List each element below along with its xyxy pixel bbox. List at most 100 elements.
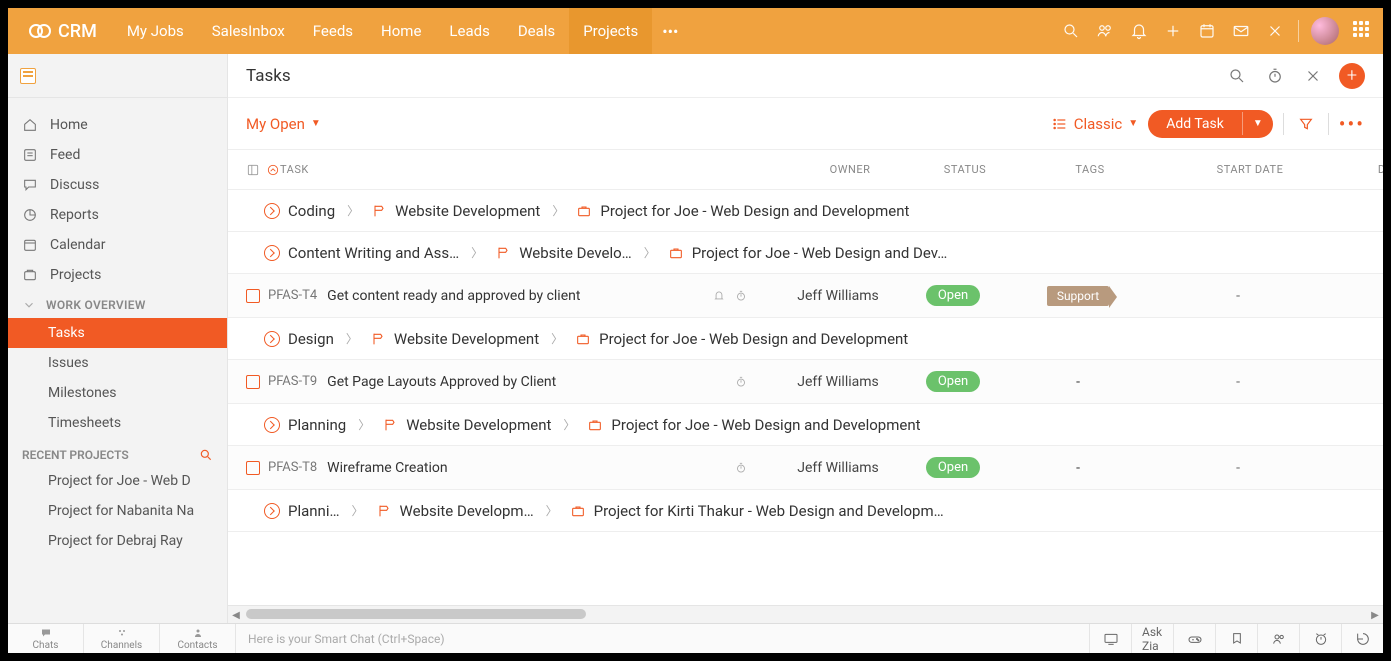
task-owner: Jeff Williams	[768, 288, 908, 304]
task-row[interactable]: PFAS-T4Get content ready and approved by…	[228, 274, 1383, 318]
col-due[interactable]: DUE	[1330, 163, 1383, 176]
filter-dropdown[interactable]: My Open ▼	[246, 115, 321, 133]
sidebar-item-calendar[interactable]: Calendar	[8, 230, 227, 260]
checkbox[interactable]	[246, 289, 260, 303]
game-icon[interactable]	[1173, 624, 1215, 653]
chevron-right-icon: 〉	[546, 502, 558, 519]
tools-icon[interactable]	[1301, 64, 1325, 88]
recent-project[interactable]: Project for Debraj Ray	[8, 526, 227, 556]
bottom-tab-contacts[interactable]: Contacts	[160, 624, 236, 653]
tag-chip[interactable]: Support	[1047, 286, 1109, 306]
tools-icon[interactable]	[1258, 14, 1292, 48]
task-name[interactable]: Get Page Layouts Approved by Client	[327, 374, 724, 390]
status-pill[interactable]: Open	[926, 457, 980, 478]
nav-home[interactable]: Home	[367, 8, 435, 54]
group-row[interactable]: Design〉Website Development〉Project for J…	[228, 318, 1383, 360]
top-nav: CRM My JobsSalesInboxFeedsHomeLeadsDeals…	[8, 8, 1383, 54]
mail-icon[interactable]	[1224, 14, 1258, 48]
timer-icon[interactable]	[734, 289, 748, 303]
plus-icon[interactable]	[1156, 14, 1190, 48]
brand-logo[interactable]: CRM	[18, 19, 107, 43]
people-icon[interactable]	[1257, 624, 1299, 653]
more-icon[interactable]: •••	[1339, 112, 1365, 136]
reminder-icon[interactable]	[712, 289, 726, 303]
recent-project[interactable]: Project for Nabanita Na	[8, 496, 227, 526]
nav-my-jobs[interactable]: My Jobs	[113, 8, 198, 54]
col-status[interactable]: STATUS	[920, 163, 1010, 176]
status-pill[interactable]: Open	[926, 285, 980, 306]
sidebar-sub-issues[interactable]: Issues	[8, 348, 227, 378]
channels-icon	[116, 627, 128, 639]
history-icon[interactable]	[1341, 624, 1383, 653]
sidebar-section-work-overview[interactable]: WORK OVERVIEW	[8, 290, 227, 318]
add-task-button[interactable]: Add Task ▼	[1148, 110, 1273, 138]
sidebar-item-feed[interactable]: Feed	[8, 140, 227, 170]
sidebar-item-home[interactable]: Home	[8, 110, 227, 140]
bottom-tab-chats[interactable]: Chats	[8, 624, 84, 653]
chevron-right-icon: 〉	[352, 502, 364, 519]
timer-icon[interactable]	[734, 375, 748, 389]
status-pill[interactable]: Open	[926, 371, 980, 392]
timer-icon[interactable]	[734, 461, 748, 475]
nav-more[interactable]: •••	[652, 22, 688, 41]
note-icon[interactable]	[1215, 624, 1257, 653]
collapse-icon[interactable]	[264, 203, 280, 219]
sidebar-sub-milestones[interactable]: Milestones	[8, 378, 227, 408]
sidebar-toggle[interactable]	[8, 54, 227, 98]
alarm-icon[interactable]	[1299, 624, 1341, 653]
task-name[interactable]: Wireframe Creation	[327, 460, 724, 476]
nav-salesinbox[interactable]: SalesInbox	[198, 8, 299, 54]
sidebar-sub-tasks[interactable]: Tasks	[8, 318, 227, 348]
apps-icon[interactable]	[1353, 21, 1373, 41]
collapse-all-icon[interactable]	[266, 163, 280, 177]
chevron-right-icon: 〉	[358, 416, 370, 433]
table-header: TASK OWNER STATUS TAGS START DATE DUE	[228, 150, 1383, 190]
bottom-tab-channels[interactable]: Channels	[84, 624, 160, 653]
search-icon[interactable]	[199, 448, 213, 462]
filter-icon[interactable]	[1294, 112, 1318, 136]
view-dropdown[interactable]: Classic ▼	[1052, 115, 1138, 133]
search-icon[interactable]	[1225, 64, 1249, 88]
group-row[interactable]: Coding〉Website Development〉Project for J…	[228, 190, 1383, 232]
screen-icon[interactable]	[1089, 624, 1131, 653]
sidebar-sub-timesheets[interactable]: Timesheets	[8, 408, 227, 438]
nav-deals[interactable]: Deals	[504, 8, 569, 54]
user-avatar[interactable]	[1311, 17, 1339, 45]
add-button[interactable]: +	[1339, 63, 1365, 89]
due-date: -	[1318, 288, 1383, 304]
task-name[interactable]: Get content ready and approved by client	[327, 288, 702, 304]
recent-project[interactable]: Project for Joe - Web D	[8, 466, 227, 496]
contacts-icon[interactable]	[1088, 14, 1122, 48]
collapse-icon[interactable]	[264, 503, 280, 519]
smart-chat-input[interactable]: Here is your Smart Chat (Ctrl+Space)	[236, 624, 1089, 653]
caret-down-icon[interactable]: ▼	[1242, 112, 1273, 135]
col-task[interactable]: TASK	[280, 163, 780, 176]
calendar-icon[interactable]	[1190, 14, 1224, 48]
group-row[interactable]: Planni…〉Website Developm…〉Project for Ki…	[228, 490, 1383, 532]
checkbox[interactable]	[246, 461, 260, 475]
columns-icon[interactable]	[246, 163, 260, 177]
col-tags[interactable]: TAGS	[1010, 163, 1170, 176]
nav-feeds[interactable]: Feeds	[299, 8, 367, 54]
horizontal-scrollbar[interactable]: ◀ ▶	[228, 605, 1383, 623]
ask-zia-button[interactable]: Ask Zia	[1131, 624, 1173, 653]
col-owner[interactable]: OWNER	[780, 163, 920, 176]
checkbox[interactable]	[246, 375, 260, 389]
group-row[interactable]: Planning〉Website Development〉Project for…	[228, 404, 1383, 446]
collapse-icon[interactable]	[264, 245, 280, 261]
group-row[interactable]: Content Writing and Ass…〉Website Develo……	[228, 232, 1383, 274]
sidebar-item-projects[interactable]: Projects	[8, 260, 227, 290]
nav-leads[interactable]: Leads	[435, 8, 503, 54]
search-icon[interactable]	[1054, 14, 1088, 48]
task-row[interactable]: PFAS-T8Wireframe CreationJeff WilliamsOp…	[228, 446, 1383, 490]
sidebar-item-discuss[interactable]: Discuss	[8, 170, 227, 200]
col-start[interactable]: START DATE	[1170, 163, 1330, 176]
collapse-icon[interactable]	[264, 331, 280, 347]
timer-icon[interactable]	[1263, 64, 1287, 88]
sidebar-item-reports[interactable]: Reports	[8, 200, 227, 230]
bell-icon[interactable]	[1122, 14, 1156, 48]
collapse-icon[interactable]	[264, 417, 280, 433]
briefcase-icon	[587, 417, 603, 433]
task-row[interactable]: PFAS-T9Get Page Layouts Approved by Clie…	[228, 360, 1383, 404]
nav-projects[interactable]: Projects	[569, 8, 652, 54]
